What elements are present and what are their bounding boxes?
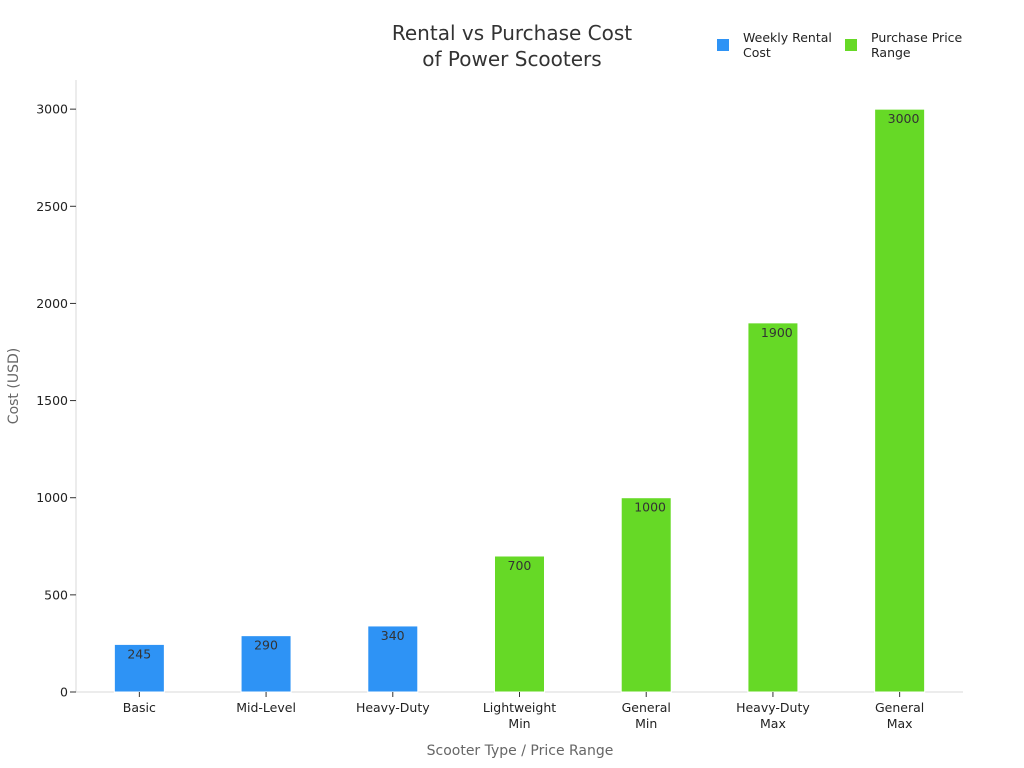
bar-value-label: 290 [254,638,278,653]
bar-value-label: 700 [508,558,532,573]
bar-value-label: 340 [381,628,405,643]
y-axis-ticks: 0 500 1000 1500 2000 2500 3000 [36,102,76,700]
bar-value-label: 1000 [634,500,666,515]
x-tick-label: Lightweight [483,700,556,715]
y-tick-label: 1500 [36,393,68,408]
bar-value-label: 245 [127,646,151,661]
y-tick-label: 500 [44,587,68,602]
x-tick-label: Basic [123,700,156,715]
legend-swatch-purchase-price [845,39,857,51]
legend-label-weekly-rental-line-1: Weekly Rental [743,30,832,45]
y-tick-label: 3000 [36,102,68,117]
bar [747,322,799,693]
x-tick-label: General [622,700,671,715]
y-tick-label: 2000 [36,296,68,311]
bars: 245 290 340 700 1000 1900 3000 [113,108,926,693]
x-tick-label: Heavy-Duty [736,700,810,715]
x-axis-title: Scooter Type / Price Range [427,743,614,759]
bar [620,497,672,693]
x-tick-label: Min [508,716,530,731]
chart-title-line-1: Rental vs Purchase Cost [392,21,632,45]
x-tick-label: Heavy-Duty [356,700,430,715]
legend-label-purchase-price-line-2: Range [871,45,911,60]
chart-title-line-2: of Power Scooters [422,47,601,71]
bar-value-label: 1900 [761,325,793,340]
bar-value-label: 3000 [888,111,920,126]
legend-label-purchase-price-line-1: Purchase Price [871,30,963,45]
y-tick-label: 2500 [36,199,68,214]
bar [874,108,926,693]
legend-label-weekly-rental-line-2: Cost [743,45,771,60]
bar-chart: Rental vs Purchase Cost of Power Scooter… [6,21,963,759]
x-tick-label: Max [760,716,786,731]
x-tick-label: Min [635,716,657,731]
bar [494,555,545,693]
x-tick-label: Max [887,716,913,731]
x-tick-label: Mid-Level [236,700,296,715]
legend: Weekly Rental Cost Purchase Price Range [717,30,963,60]
legend-swatch-weekly-rental [717,39,729,51]
x-axis-ticks: Basic Mid-Level Heavy-Duty LightweightMinGe… [123,692,924,731]
x-tick-label: General [875,700,924,715]
y-tick-label: 0 [60,685,68,700]
y-axis-title: Cost (USD) [6,348,22,424]
y-tick-label: 1000 [36,490,68,505]
